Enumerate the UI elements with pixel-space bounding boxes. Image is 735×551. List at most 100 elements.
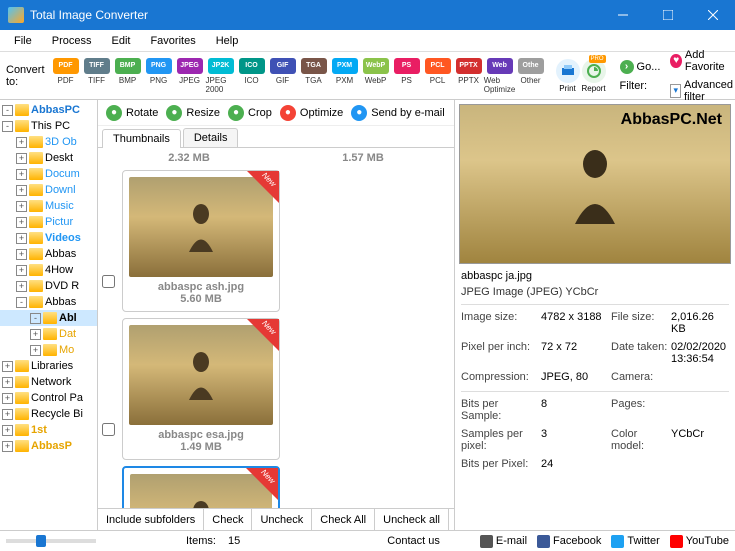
expand-icon[interactable]: + — [2, 425, 13, 436]
social-e-mail[interactable]: E-mail — [480, 535, 527, 548]
tree-node[interactable]: +Mo — [0, 342, 97, 358]
social-youtube[interactable]: YouTube — [670, 535, 729, 548]
expand-icon[interactable]: + — [16, 265, 27, 276]
expand-icon[interactable]: + — [2, 377, 13, 388]
report-button[interactable]: PRO Report — [582, 59, 606, 93]
tab-thumbnails[interactable]: Thumbnails — [102, 129, 181, 148]
thumbnail-grid[interactable]: 2.32 MB 1.57 MB Newabbaspc ash.jpg5.60 M… — [98, 148, 454, 508]
tree-node[interactable]: +Pictur — [0, 214, 97, 230]
tree-node[interactable]: -Abbas — [0, 294, 97, 310]
format-jpeg2000[interactable]: JP2KJPEG 2000 — [206, 58, 236, 94]
expand-icon[interactable]: + — [30, 329, 41, 340]
thumbnail-card[interactable]: Newabbaspc esa.jpg1.49 MB — [122, 318, 280, 460]
selbar-include-subfolders[interactable]: Include subfolders — [98, 509, 204, 530]
image-preview[interactable]: AbbasPC.Net — [459, 104, 731, 264]
tree-node[interactable]: +3D Ob — [0, 134, 97, 150]
expand-icon[interactable]: + — [16, 201, 27, 212]
expand-icon[interactable]: - — [16, 297, 27, 308]
menu-favorites[interactable]: Favorites — [142, 33, 203, 49]
format-ico[interactable]: ICOICO — [237, 58, 267, 94]
expand-icon[interactable]: + — [2, 409, 13, 420]
convert-to-label: Convert to: — [6, 64, 45, 88]
expand-icon[interactable]: + — [16, 137, 27, 148]
format-pptx[interactable]: PPTXPPTX — [454, 58, 484, 94]
tree-node[interactable]: -AbbasPC — [0, 102, 97, 118]
menu-edit[interactable]: Edit — [103, 33, 138, 49]
tree-node[interactable]: -Abl — [0, 310, 97, 326]
expand-icon[interactable]: + — [2, 361, 13, 372]
tree-node[interactable]: +Abbas — [0, 246, 97, 262]
tree-node[interactable]: +1st — [0, 422, 97, 438]
expand-icon[interactable]: + — [16, 185, 27, 196]
maximize-button[interactable] — [645, 0, 690, 30]
selbar-uncheck-all[interactable]: Uncheck all — [375, 509, 449, 530]
social-facebook[interactable]: Facebook — [537, 535, 601, 548]
social-twitter[interactable]: Twitter — [611, 535, 659, 548]
tree-node[interactable]: +Docum — [0, 166, 97, 182]
action-resize[interactable]: ●Resize — [166, 105, 220, 121]
expand-icon[interactable]: - — [2, 105, 13, 116]
expand-icon[interactable]: - — [2, 121, 13, 132]
format-pcl[interactable]: PCLPCL — [423, 58, 453, 94]
format-other[interactable]: OtheOther — [516, 58, 546, 94]
expand-icon[interactable]: - — [30, 313, 41, 324]
format-tiff[interactable]: TIFFTIFF — [82, 58, 112, 94]
tree-node[interactable]: +Videos — [0, 230, 97, 246]
format-png[interactable]: PNGPNG — [144, 58, 174, 94]
tree-node[interactable]: +Recycle Bi — [0, 406, 97, 422]
format-gif[interactable]: GIFGIF — [268, 58, 298, 94]
tab-details[interactable]: Details — [183, 128, 239, 147]
tree-node[interactable]: +Network — [0, 374, 97, 390]
zoom-slider[interactable] — [6, 539, 96, 543]
expand-icon[interactable]: + — [16, 281, 27, 292]
format-pdf[interactable]: PDFPDF — [51, 58, 81, 94]
tree-node[interactable]: +Deskt — [0, 150, 97, 166]
menu-process[interactable]: Process — [44, 33, 100, 49]
expand-icon[interactable]: + — [16, 153, 27, 164]
action-crop[interactable]: ●Crop — [228, 105, 272, 121]
tree-node[interactable]: +Dat — [0, 326, 97, 342]
tree-node[interactable]: +AbbasP — [0, 438, 97, 454]
expand-icon[interactable]: + — [16, 217, 27, 228]
action-optimize[interactable]: ●Optimize — [280, 105, 343, 121]
action-rotate[interactable]: ●Rotate — [106, 105, 158, 121]
format-jpeg[interactable]: JPEGJPEG — [175, 58, 205, 94]
format-ps[interactable]: PSPS — [392, 58, 422, 94]
menu-file[interactable]: File — [6, 33, 40, 49]
format-tga[interactable]: TGATGA — [299, 58, 329, 94]
print-button[interactable]: Print — [556, 59, 580, 93]
expand-icon[interactable]: + — [16, 169, 27, 180]
menu-help[interactable]: Help — [208, 33, 247, 49]
selbar-uncheck[interactable]: Uncheck — [252, 509, 312, 530]
format-weboptimize[interactable]: WebWeb Optimize — [485, 58, 515, 94]
tree-node[interactable]: +Libraries — [0, 358, 97, 374]
thumb-checkbox[interactable] — [102, 275, 115, 288]
selbar-check-all[interactable]: Check All — [312, 509, 375, 530]
minimize-button[interactable] — [600, 0, 645, 30]
add-favorite-button[interactable]: ♥Add Favorite — [666, 47, 735, 75]
close-button[interactable] — [690, 0, 735, 30]
expand-icon[interactable]: + — [2, 393, 13, 404]
slider-handle[interactable] — [36, 535, 46, 547]
format-bmp[interactable]: BMPBMP — [113, 58, 143, 94]
expand-icon[interactable]: + — [16, 233, 27, 244]
tree-node[interactable]: +Downl — [0, 182, 97, 198]
thumbnail-card[interactable]: Newabbaspc ja.jpg1.97 MB — [122, 466, 280, 508]
expand-icon[interactable]: + — [16, 249, 27, 260]
contact-link[interactable]: Contact us — [387, 535, 440, 547]
thumbnail-card[interactable]: Newabbaspc ash.jpg5.60 MB — [122, 170, 280, 312]
tree-node[interactable]: +DVD R — [0, 278, 97, 294]
selbar-check[interactable]: Check — [204, 509, 252, 530]
tree-node[interactable]: +Control Pa — [0, 390, 97, 406]
format-pxm[interactable]: PXMPXM — [330, 58, 360, 94]
expand-icon[interactable]: + — [30, 345, 41, 356]
expand-icon[interactable]: + — [2, 441, 13, 452]
action-send-by-e-mail[interactable]: ●Send by e-mail — [351, 105, 444, 121]
tree-node[interactable]: -This PC — [0, 118, 97, 134]
tree-node[interactable]: +Music — [0, 198, 97, 214]
go-button[interactable]: ›Go... — [616, 58, 665, 76]
tree-node[interactable]: +4How — [0, 262, 97, 278]
folder-tree[interactable]: -AbbasPC-This PC+3D Ob+Deskt+Docum+Downl… — [0, 100, 98, 530]
format-webp[interactable]: WebPWebP — [361, 58, 391, 94]
thumb-checkbox[interactable] — [102, 423, 115, 436]
